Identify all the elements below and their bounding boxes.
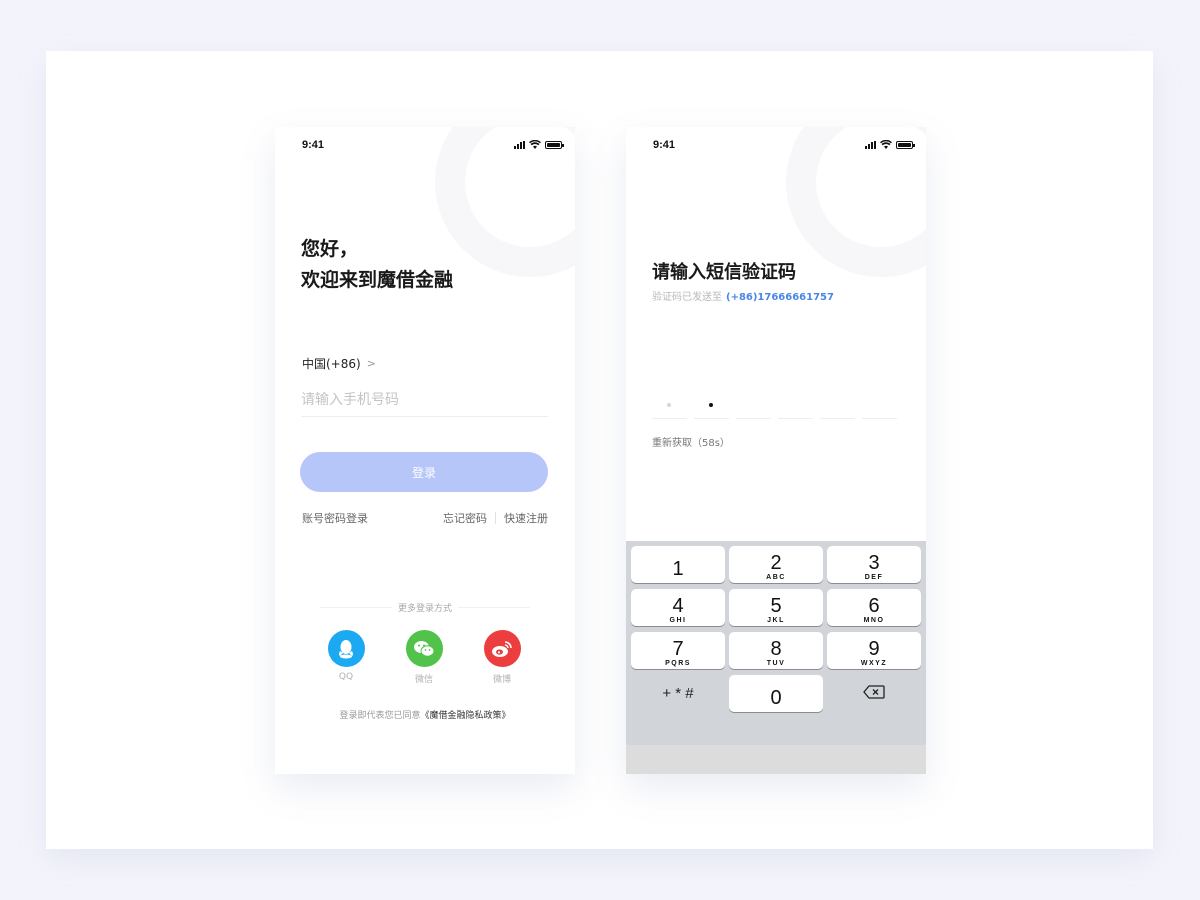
key-7[interactable]: 7 PQRS (631, 632, 725, 669)
sent-to-label: 验证码已发送至 (652, 292, 722, 303)
verification-title: 请输入短信验证码 (652, 262, 796, 283)
code-slot[interactable] (652, 399, 687, 419)
wechat-label: 微信 (414, 675, 433, 685)
weibo-login-button[interactable]: 微博 (482, 630, 522, 685)
qq-label: QQ (338, 672, 354, 682)
code-dot (709, 403, 713, 407)
key-symbols[interactable]: + * # (631, 675, 725, 712)
status-time: 9:41 (653, 139, 676, 151)
battery-icon (896, 140, 915, 149)
key-0[interactable]: 0 (729, 675, 823, 712)
verification-screen: 9:41 请输入短信验证码 验证码已发送至 (+86)17666661757 重新… (626, 127, 926, 774)
country-code-selector[interactable]: 中国(+86) > (302, 355, 376, 372)
agreement-text: 登录即代表您已同意 (339, 711, 421, 721)
status-time: 9:41 (302, 139, 325, 151)
artboard-background (46, 51, 1153, 849)
battery-icon (545, 140, 564, 149)
phone-number: (+86)17666661757 (726, 292, 834, 303)
code-slot[interactable] (778, 399, 813, 419)
greeting-line-2: 欢迎来到魔借金融 (301, 269, 454, 291)
resend-code-link[interactable]: 重新获取（58s） (652, 434, 730, 449)
weibo-icon (483, 630, 521, 667)
login-screen: 9:41 您好， 欢迎来到魔借金融 中国(+86) > 登录 账号密码登录 忘记… (275, 127, 575, 774)
numeric-keypad: 1 2 ABC 3 DEF 4 GHI 5 JKL 6 MNO 7 PQRS 8 TUV 9W… (626, 541, 926, 774)
login-button[interactable]: 登录 (300, 452, 548, 492)
password-login-link[interactable]: 账号密码登录 (302, 510, 368, 526)
keyboard-bottom-area (626, 745, 926, 774)
forgot-password-link[interactable]: 忘记密码 (443, 510, 487, 526)
greeting-heading: 您好， 欢迎来到魔借金融 (301, 234, 453, 296)
status-bar: 9:41 (275, 127, 575, 163)
divider (495, 512, 496, 524)
code-slot[interactable] (694, 399, 729, 419)
qq-icon (327, 630, 365, 667)
greeting-line-1: 您好， (301, 238, 359, 260)
code-slot[interactable] (820, 399, 855, 419)
key-5[interactable]: 5 JKL (729, 589, 823, 626)
code-dot (667, 403, 671, 407)
wechat-login-button[interactable]: 微信 (404, 630, 444, 685)
code-slot[interactable] (736, 399, 771, 419)
more-login-methods-label: 更多登录方式 (320, 601, 530, 614)
signal-icon (865, 140, 876, 149)
key-9[interactable]: 9 WXYZ (827, 632, 921, 669)
privacy-agreement: 登录即代表您已同意《魔借金融隐私政策》 (275, 708, 575, 721)
wifi-icon (529, 140, 541, 149)
wifi-icon (880, 140, 892, 149)
key-3[interactable]: 3 DEF (827, 546, 921, 583)
verification-subtitle: 验证码已发送至 (+86)17666661757 (652, 288, 834, 303)
qq-login-button[interactable]: QQ (326, 630, 366, 682)
code-slot[interactable] (862, 399, 897, 419)
key-6[interactable]: 6 MNO (827, 589, 921, 626)
wechat-icon (405, 630, 443, 667)
key-8[interactable]: 8 TUV (729, 632, 823, 669)
key-2[interactable]: 2 ABC (729, 546, 823, 583)
country-code-label: 中国(+86) (302, 357, 361, 371)
key-4[interactable]: 4 GHI (631, 589, 725, 626)
backspace-key[interactable] (827, 675, 921, 712)
signal-icon (514, 140, 525, 149)
phone-number-input[interactable] (301, 383, 548, 417)
chevron-right-icon: > (366, 357, 376, 370)
key-1[interactable]: 1 (631, 546, 725, 583)
privacy-policy-link[interactable]: 《魔借金融隐私政策》 (421, 711, 511, 721)
status-bar: 9:41 (626, 127, 926, 163)
backspace-icon (863, 685, 885, 699)
weibo-label: 微博 (492, 675, 511, 685)
quick-register-link[interactable]: 快速注册 (504, 510, 548, 526)
sms-code-input[interactable] (652, 399, 897, 419)
